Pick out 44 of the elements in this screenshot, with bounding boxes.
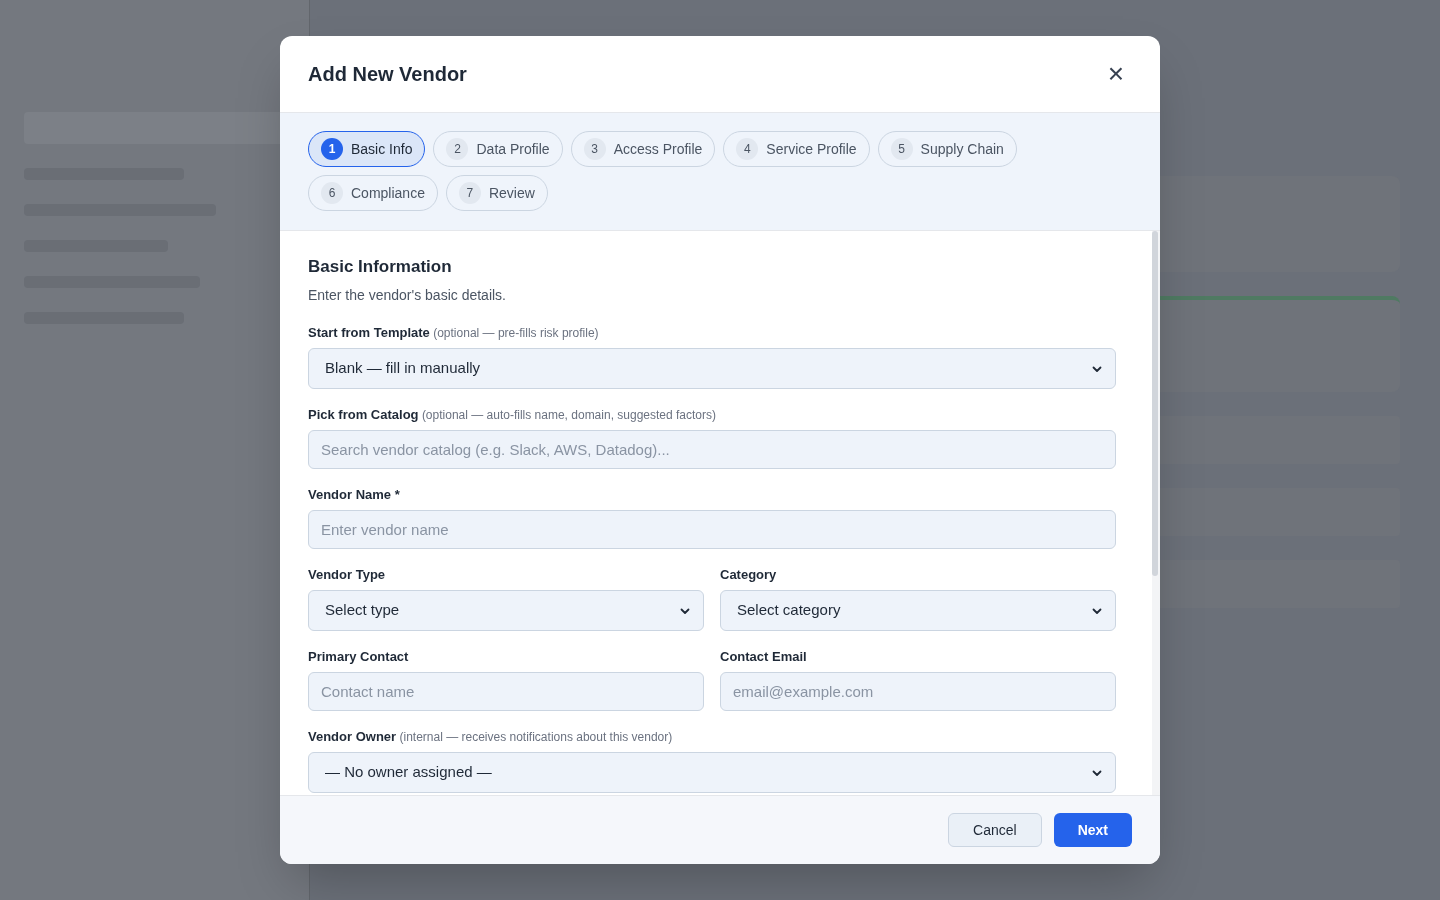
select-field[interactable]: — No owner assigned —: [308, 752, 1116, 793]
step-number: 3: [583, 138, 606, 160]
step-label: Access Profile: [613, 139, 703, 159]
field-label: Category: [720, 567, 778, 583]
step-number: 1: [321, 138, 343, 160]
close-button[interactable]: ×: [1099, 60, 1132, 88]
step-tab[interactable]: 1 Basic Info: [308, 131, 426, 167]
field-label: Pick from Catalog (optional — auto-fills name, domain, suggested factors): [308, 407, 718, 423]
dialog-title: Add New Vendor: [308, 62, 467, 87]
field-label: Start from Template (optional — pre-fills risk profile): [308, 325, 600, 341]
input-field[interactable]: Search vendor catalog (e.g. Slack, AWS, Datadog)...: [308, 430, 1116, 469]
step-tab[interactable]: 4 Service Profile: [723, 131, 870, 167]
step-label: Data Profile: [476, 139, 550, 159]
step-number: 2: [446, 138, 469, 160]
step-label: Review: [488, 183, 535, 203]
step-tab[interactable]: 7 Review: [445, 175, 548, 211]
step-label: Basic Info: [351, 139, 413, 159]
next-button[interactable]: Next: [1053, 813, 1132, 847]
step-tab[interactable]: 5 Supply Chain: [877, 131, 1017, 167]
select-field[interactable]: Select type: [308, 590, 704, 631]
field-label: Contact Email: [720, 649, 808, 665]
field-label: Vendor Name *: [308, 487, 401, 503]
section-title: Basic Information: [308, 256, 453, 278]
cancel-button[interactable]: Cancel: [948, 813, 1042, 847]
step-tab[interactable]: 2 Data Profile: [433, 131, 563, 167]
step-number: 6: [321, 182, 343, 204]
input-field[interactable]: Enter vendor name: [308, 510, 1116, 549]
field-label: Vendor Owner (internal — receives notifications about this vendor): [308, 729, 674, 745]
step-label: Supply Chain: [920, 139, 1004, 159]
field-label: Primary Contact: [308, 649, 410, 665]
scrollbar-thumb[interactable]: [1152, 231, 1158, 576]
step-tab[interactable]: 3 Access Profile: [570, 131, 716, 167]
step-label: Compliance: [351, 183, 425, 203]
step-number: 7: [458, 182, 481, 204]
input-field[interactable]: email@example.com: [720, 672, 1116, 711]
step-label: Service Profile: [766, 139, 857, 159]
select-field[interactable]: Blank — fill in manually: [308, 348, 1116, 389]
step-number: 4: [736, 138, 759, 160]
input-field[interactable]: Contact name: [308, 672, 704, 711]
step-number: 5: [890, 138, 913, 160]
select-field[interactable]: Select category: [720, 590, 1116, 631]
step-tab[interactable]: 6 Compliance: [308, 175, 438, 211]
section-description: Enter the vendor's basic details.: [308, 286, 507, 305]
field-label: Vendor Type: [308, 567, 387, 583]
